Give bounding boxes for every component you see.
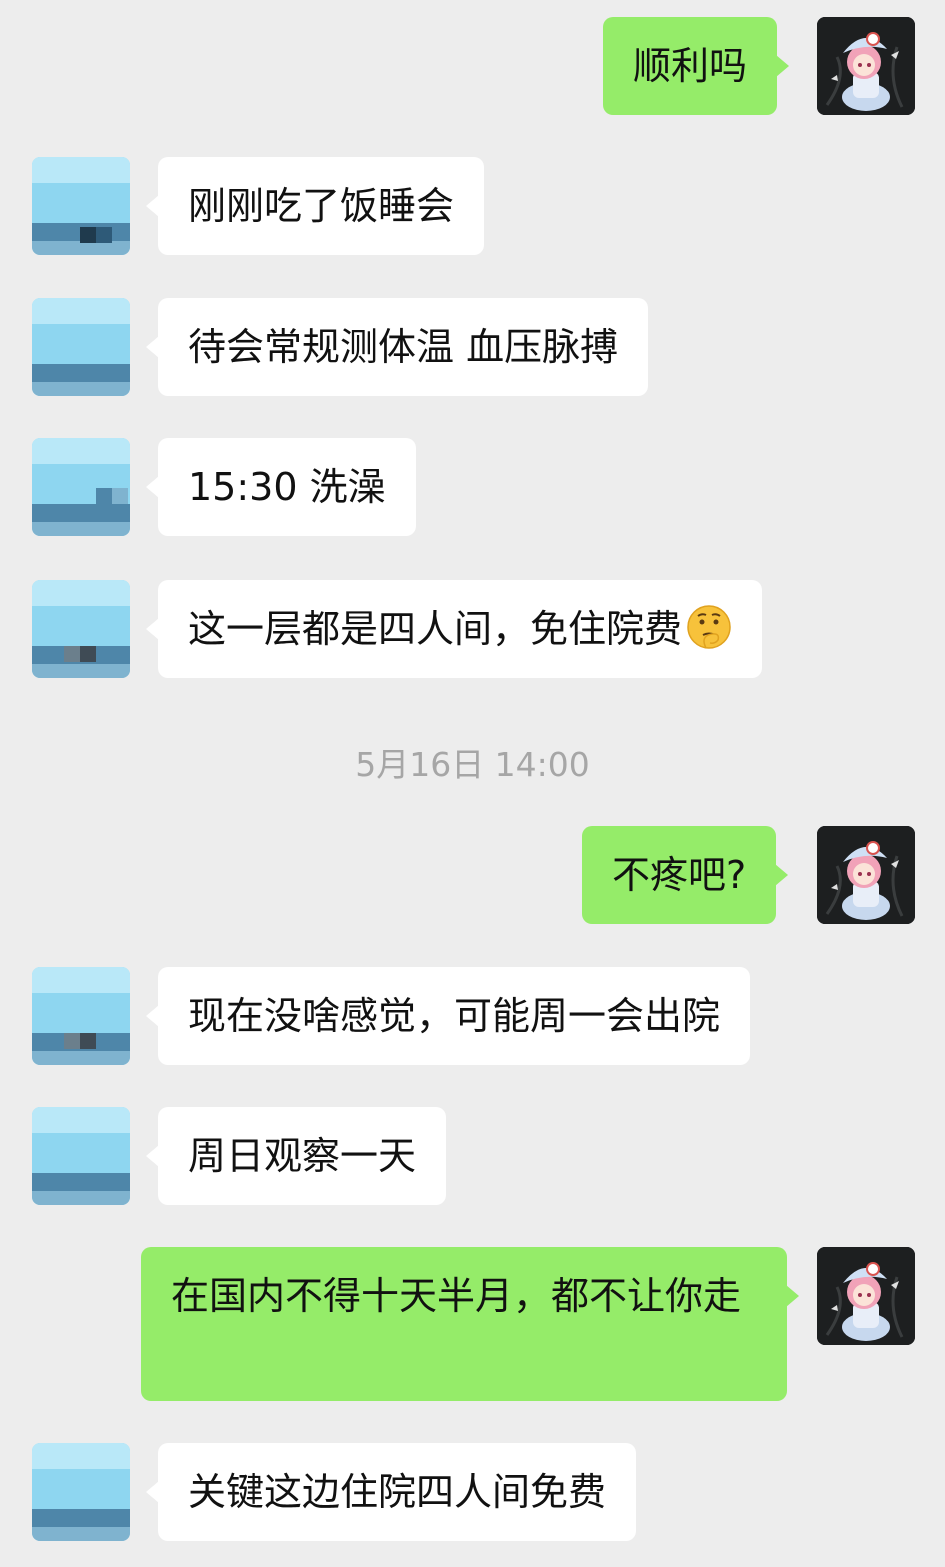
anime-figure-icon bbox=[817, 1247, 915, 1345]
anime-figure-icon bbox=[817, 826, 915, 924]
message-text: 15:30 洗澡 bbox=[188, 465, 386, 509]
message-bubble-incoming[interactable]: 刚刚吃了饭睡会 bbox=[145, 157, 485, 255]
message-bubble-incoming[interactable]: 现在没啥感觉，可能周一会出院 bbox=[145, 967, 751, 1065]
message-text: 在国内不得十天半月，都不让你走 bbox=[171, 1274, 742, 1318]
my-avatar[interactable] bbox=[817, 1247, 915, 1345]
message-text: 这一层都是四人间，免住院费 bbox=[188, 607, 683, 651]
message-bubble-incoming[interactable]: 周日观察一天 bbox=[145, 1107, 447, 1205]
message-bubble-incoming[interactable]: 待会常规测体温 血压脉搏 bbox=[145, 298, 649, 396]
thinking-face-icon bbox=[687, 605, 731, 649]
message-bubble-incoming[interactable]: 关键这边住院四人间免费 bbox=[145, 1443, 637, 1541]
contact-avatar[interactable] bbox=[32, 580, 130, 678]
chat-timestamp: 5月16日 14:00 bbox=[355, 745, 590, 784]
message-text: 关键这边住院四人间免费 bbox=[188, 1470, 607, 1514]
contact-avatar[interactable] bbox=[32, 438, 130, 536]
message-text: 周日观察一天 bbox=[188, 1134, 417, 1178]
message-text: 不疼吧? bbox=[612, 853, 747, 897]
message-bubble-outgoing[interactable]: 不疼吧? bbox=[582, 826, 789, 924]
message-text: 刚刚吃了饭睡会 bbox=[188, 184, 455, 228]
my-avatar[interactable] bbox=[817, 17, 915, 115]
message-text: 待会常规测体温 血压脉搏 bbox=[188, 325, 619, 369]
message-bubble-incoming[interactable]: 15:30 洗澡 bbox=[146, 438, 416, 536]
message-bubble-incoming[interactable]: 这一层都是四人间，免住院费 bbox=[145, 580, 763, 678]
message-text: 现在没啥感觉，可能周一会出院 bbox=[188, 994, 721, 1038]
contact-avatar[interactable] bbox=[32, 967, 130, 1065]
message-bubble-outgoing[interactable]: 顺利吗 bbox=[603, 17, 790, 115]
contact-avatar[interactable] bbox=[32, 298, 130, 396]
message-text: 顺利吗 bbox=[633, 44, 748, 88]
contact-avatar[interactable] bbox=[32, 1443, 130, 1541]
my-avatar[interactable] bbox=[817, 826, 915, 924]
contact-avatar[interactable] bbox=[32, 1107, 130, 1205]
contact-avatar[interactable] bbox=[32, 157, 130, 255]
message-bubble-outgoing[interactable]: 在国内不得十天半月，都不让你走 bbox=[141, 1247, 799, 1401]
chat-window: 顺利吗 刚刚吃了饭睡会 待会常规测体温 血压脉搏 15:30 洗澡 这一层都是四… bbox=[0, 0, 945, 1567]
anime-figure-icon bbox=[817, 17, 915, 115]
